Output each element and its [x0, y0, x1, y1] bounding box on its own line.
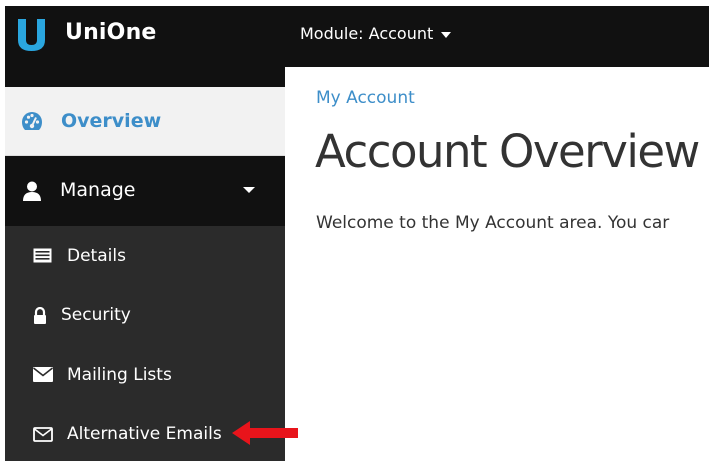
sidebar: Overview Manage Details Security Mailing…	[5, 67, 285, 461]
sidebar-item-label: Mailing Lists	[67, 364, 172, 385]
lock-icon	[34, 306, 46, 324]
sidebar-item-label: Alternative Emails	[67, 424, 222, 445]
module-label: Module: Account	[300, 24, 434, 43]
unione-logo-icon	[18, 19, 45, 51]
sidebar-item-label: Details	[67, 245, 126, 266]
brand[interactable]: UniOne	[5, 6, 285, 67]
sidebar-item-mailing-lists[interactable]: Mailing Lists	[5, 345, 285, 405]
sidebar-item-label: Manage	[60, 179, 136, 201]
module-dropdown[interactable]: Module: Account	[300, 24, 452, 43]
app-window: UniOne Module: Account Overview Manage D…	[5, 6, 709, 461]
sidebar-item-overview[interactable]: Overview	[5, 87, 285, 156]
main-content: My Account Account Overview Welcome to t…	[285, 67, 709, 461]
brand-name: UniOne	[65, 20, 157, 45]
sidebar-spacer	[5, 67, 285, 87]
dashboard-icon	[22, 112, 42, 130]
user-icon	[23, 181, 41, 201]
annotation-arrow-icon	[232, 421, 298, 445]
sidebar-item-manage[interactable]: Manage	[5, 156, 285, 226]
chevron-down-icon	[243, 187, 255, 193]
envelope-icon	[33, 367, 53, 383]
top-navbar: UniOne Module: Account	[5, 6, 709, 67]
envelope-outline-icon	[33, 426, 53, 442]
welcome-text: Welcome to the My Account area. You car	[316, 213, 670, 233]
breadcrumb[interactable]: My Account	[316, 88, 415, 108]
sidebar-item-label: Overview	[61, 110, 162, 132]
sidebar-item-security[interactable]: Security	[5, 286, 285, 346]
chevron-down-icon	[441, 31, 452, 38]
sidebar-item-label: Security	[61, 305, 131, 326]
id-card-icon	[33, 248, 52, 263]
page-title: Account Overview	[315, 125, 700, 178]
sidebar-item-details[interactable]: Details	[5, 226, 285, 286]
